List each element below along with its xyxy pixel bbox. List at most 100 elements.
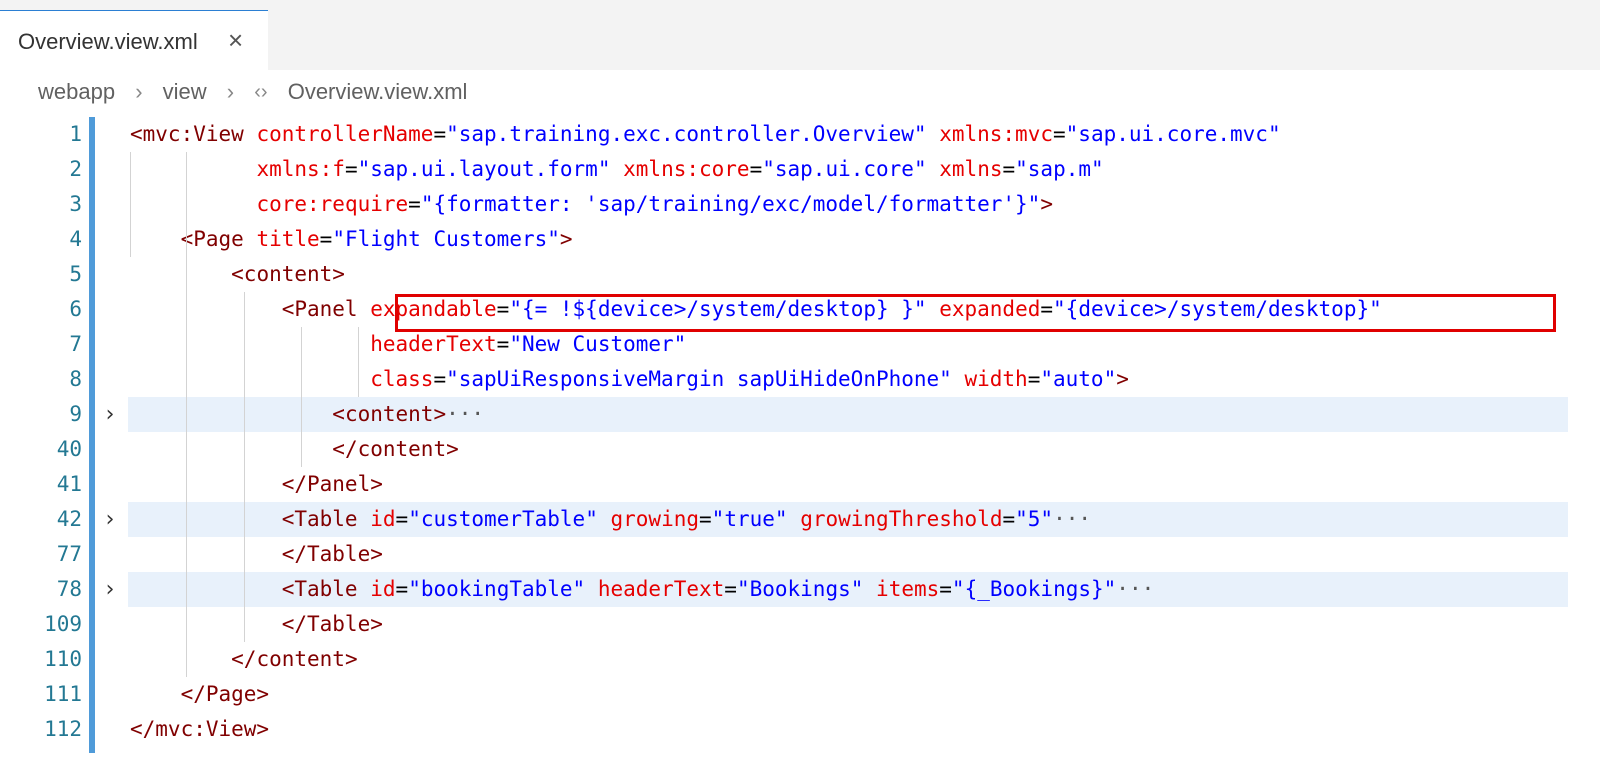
code-token: = <box>699 507 712 531</box>
code-token: "auto" <box>1040 367 1117 391</box>
line-number: 78 <box>56 577 82 601</box>
line-number: 4 <box>69 227 82 251</box>
tab-overview-view-xml[interactable]: Overview.view.xml × <box>0 10 268 70</box>
code-token: = <box>939 577 952 601</box>
code-line[interactable]: 2 xmlns:f="sap.ui.layout.form" xmlns:cor… <box>0 152 1600 187</box>
code-line[interactable]: 77 </Table> <box>0 537 1600 572</box>
code-text: <Page title="Flight Customers"> <box>130 222 573 257</box>
code-editor[interactable]: 1 <mvc:View controllerName="sap.training.… <box>0 117 1600 777</box>
code-token: = <box>408 192 421 216</box>
code-line[interactable]: 40 </content> <box>0 432 1600 467</box>
code-token: "{_Bookings}" <box>951 577 1117 601</box>
code-token: <Table <box>281 577 371 601</box>
code-token: "{formatter: 'sap/training/exc/model/for… <box>420 192 1041 216</box>
code-text: <content> <box>130 257 345 292</box>
code-token: <Page <box>180 227 257 251</box>
code-line[interactable]: 110 </content> <box>0 642 1600 677</box>
breadcrumb-item-view[interactable]: view <box>163 79 207 105</box>
code-text: core:require="{formatter: 'sap/training/… <box>130 187 1053 222</box>
code-line[interactable]: 8 class="sapUiResponsiveMargin sapUiHide… <box>0 362 1600 397</box>
code-line[interactable]: 7 headerText="New Customer" <box>0 327 1600 362</box>
code-text: <Table id="bookingTable" headerText="Boo… <box>130 572 1155 607</box>
code-token: </content> <box>231 647 358 671</box>
code-line[interactable]: 5 <content> <box>0 257 1600 292</box>
fold-chevron-icon[interactable]: › <box>100 397 120 432</box>
code-text: xmlns:f="sap.ui.layout.form" xmlns:core=… <box>130 152 1104 187</box>
code-token: core:require <box>256 192 409 216</box>
tab-bar: Overview.view.xml × <box>0 0 1600 70</box>
code-line[interactable]: 42 › <Table id="customerTable" growing="t… <box>0 502 1600 537</box>
breadcrumb-item-webapp[interactable]: webapp <box>38 79 115 105</box>
code-text: <Table id="customerTable" growing="true"… <box>130 502 1091 537</box>
line-number: 6 <box>69 297 82 321</box>
code-token: = <box>1002 507 1016 531</box>
code-text: </content> <box>130 642 358 677</box>
code-line[interactable]: 112 </mvc:View> <box>0 712 1600 747</box>
line-number: 77 <box>56 542 82 566</box>
code-token: width <box>964 367 1028 391</box>
code-text: </Panel> <box>130 467 383 502</box>
code-token: "customerTable" <box>408 507 598 531</box>
code-token: id <box>370 507 396 531</box>
code-token: "sapUiResponsiveMargin sapUiHideOnPhone" <box>446 367 952 391</box>
code-token: "New Customer" <box>509 332 687 356</box>
code-token: id <box>370 577 396 601</box>
code-token: "bookingTable" <box>408 577 586 601</box>
code-token: <Panel <box>281 297 371 321</box>
code-token: xmlns <box>939 157 1003 181</box>
fold-chevron-icon[interactable]: › <box>100 572 120 607</box>
code-line[interactable]: 78 › <Table id="bookingTable" headerText=… <box>0 572 1600 607</box>
line-number: 7 <box>69 332 82 356</box>
code-token: xmlns:f <box>256 157 345 181</box>
fold-ellipsis[interactable]: ··· <box>1053 507 1091 531</box>
code-token: "5" <box>1015 507 1054 531</box>
code-line[interactable]: 9 › <content>··· <box>0 397 1600 432</box>
code-token: > <box>1116 367 1129 391</box>
code-text: class="sapUiResponsiveMargin sapUiHideOn… <box>130 362 1129 397</box>
breadcrumb-item-file[interactable]: Overview.view.xml <box>288 79 468 105</box>
code-line[interactable]: 4 <Page title="Flight Customers"> <box>0 222 1600 257</box>
code-token: = <box>1002 157 1016 181</box>
code-line[interactable]: 109 </Table> <box>0 607 1600 642</box>
code-line[interactable]: 1 <mvc:View controllerName="sap.training.… <box>0 117 1600 152</box>
line-number: 5 <box>69 262 82 286</box>
line-number: 8 <box>69 367 82 391</box>
close-icon[interactable]: × <box>228 25 243 55</box>
line-number: 42 <box>56 507 82 531</box>
code-text: </content> <box>130 432 458 467</box>
code-token: <content> <box>332 402 447 426</box>
highlight-annotation-box <box>395 294 1556 332</box>
code-token: = <box>496 332 510 356</box>
chevron-right-icon: › <box>135 79 143 105</box>
code-token: = <box>1027 367 1041 391</box>
breadcrumb: webapp › view › ‹› Overview.view.xml <box>38 78 467 106</box>
code-token: controllerName <box>256 122 434 146</box>
code-token: "sap.m" <box>1015 157 1104 181</box>
line-number: 111 <box>44 682 82 706</box>
code-line[interactable]: 111 </Page> <box>0 677 1600 712</box>
code-token: items <box>876 577 940 601</box>
code-line[interactable]: 3 core:require="{formatter: 'sap/trainin… <box>0 187 1600 222</box>
code-token: "Bookings" <box>736 577 864 601</box>
fold-ellipsis[interactable]: ··· <box>446 402 484 426</box>
fold-chevron-icon[interactable]: › <box>100 502 120 537</box>
code-token: title <box>256 227 320 251</box>
code-token: <content> <box>231 262 345 286</box>
code-line[interactable]: 41 </Panel> <box>0 467 1600 502</box>
code-token: = <box>749 157 763 181</box>
fold-ellipsis[interactable]: ··· <box>1116 577 1154 601</box>
code-token: > <box>559 227 573 251</box>
code-token: = <box>395 507 409 531</box>
code-token: = <box>344 157 358 181</box>
